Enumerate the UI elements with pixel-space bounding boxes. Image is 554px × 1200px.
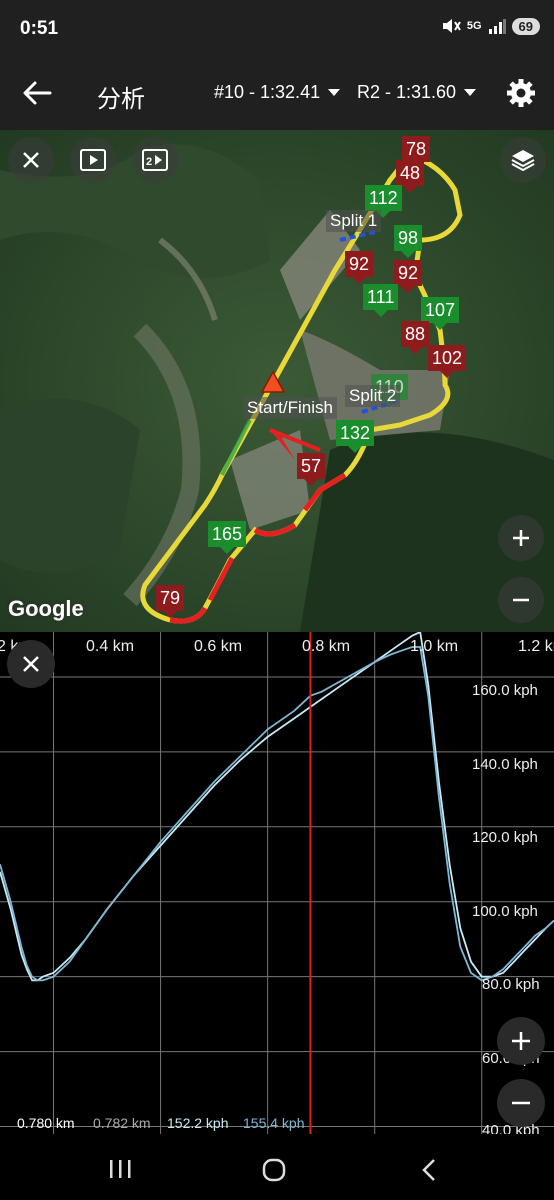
- cursor-distance-reference: 0.782 km: [93, 1115, 151, 1131]
- back-arrow-icon[interactable]: [22, 80, 52, 106]
- y-tick-label: 80.0 kph: [482, 976, 540, 993]
- gear-icon[interactable]: [506, 78, 536, 108]
- dropdown-icon: [328, 89, 341, 96]
- lap-selector-primary[interactable]: #10 - 1:32.41: [214, 82, 341, 103]
- minus-icon: [512, 1101, 530, 1105]
- battery-indicator: 69: [511, 17, 540, 35]
- y-tick-label: 120.0 kph: [472, 829, 538, 846]
- x-tick-label: 0.6 km: [194, 638, 243, 655]
- recent-apps-icon[interactable]: [108, 1158, 132, 1180]
- speed-marker[interactable]: 78: [402, 136, 431, 169]
- chart-zoom-in-button[interactable]: [497, 1017, 545, 1065]
- lap-primary-label: #10 - 1:32.41: [214, 82, 321, 102]
- close-chart-button[interactable]: [7, 640, 55, 688]
- lap-reference-label: R2 - 1:31.60: [357, 82, 457, 102]
- speed-marker[interactable]: 79: [156, 585, 185, 618]
- network-label: 5G: [466, 20, 482, 32]
- dual-play-icon: 2: [142, 149, 168, 171]
- google-logo: Google: [8, 596, 84, 621]
- cursor-speed-primary: 152.2 kph: [167, 1115, 229, 1131]
- speed-chart-plot: [0, 632, 554, 1134]
- layers-button[interactable]: [500, 137, 546, 183]
- home-icon[interactable]: [262, 1158, 286, 1182]
- speed-marker[interactable]: 48: [396, 160, 425, 193]
- play-both-button[interactable]: 2: [132, 137, 178, 183]
- close-icon: [23, 656, 39, 672]
- speed-marker[interactable]: 107: [421, 297, 460, 330]
- track-map[interactable]: 78 48 112 Split 1 98 92 92 111 107 88 10…: [0, 130, 554, 632]
- svg-text:2: 2: [146, 156, 152, 168]
- x-tick-label: 0.4 km: [86, 638, 135, 655]
- play-icon: [80, 149, 106, 171]
- y-tick-label: 100.0 kph: [472, 903, 538, 920]
- cursor-speed-reference: 155.4 kph: [243, 1115, 305, 1131]
- speed-marker[interactable]: 92: [394, 260, 423, 293]
- speed-marker[interactable]: 88: [401, 321, 430, 354]
- split-2-label: Split 2: [345, 385, 401, 407]
- mute-icon: [442, 19, 461, 33]
- speed-line-primary: [0, 632, 554, 982]
- close-icon: [23, 152, 39, 168]
- speed-marker[interactable]: 92: [345, 251, 374, 284]
- speed-chart[interactable]: 2 km 0.4 km 0.6 km 0.8 km 1.0 km 1.2 km …: [0, 632, 554, 1139]
- satellite-map: [0, 130, 554, 632]
- plus-icon: [513, 530, 529, 546]
- y-tick-label: 160.0 kph: [472, 682, 538, 699]
- plus-icon: [512, 1032, 530, 1050]
- speed-marker[interactable]: 57: [297, 453, 326, 486]
- speed-marker[interactable]: 111: [363, 284, 399, 317]
- split-1-label: Split 1: [326, 210, 382, 232]
- start-finish-label: Start/Finish: [243, 397, 337, 419]
- map-zoom-out-button[interactable]: [498, 577, 544, 623]
- speed-marker[interactable]: 112: [365, 185, 402, 218]
- minus-icon: [513, 598, 529, 602]
- speed-marker[interactable]: 102: [428, 345, 467, 378]
- lap-selector-reference[interactable]: R2 - 1:31.60: [357, 82, 477, 103]
- play-button[interactable]: [70, 137, 116, 183]
- signal-icon: [488, 19, 506, 34]
- close-map-button[interactable]: [8, 137, 54, 183]
- cursor-distance-primary: 0.780 km: [17, 1115, 75, 1131]
- x-tick-label: 1.2 km: [518, 638, 554, 655]
- back-nav-icon[interactable]: [420, 1158, 438, 1182]
- map-zoom-in-button[interactable]: [498, 515, 544, 561]
- chart-zoom-out-button[interactable]: [497, 1079, 545, 1127]
- status-time: 0:51: [20, 18, 59, 39]
- x-tick-label: 1.0 km: [410, 638, 459, 655]
- speed-marker[interactable]: 132: [336, 420, 375, 453]
- speed-marker[interactable]: 98: [394, 225, 423, 258]
- y-tick-label: 140.0 kph: [472, 756, 538, 773]
- dropdown-icon: [464, 89, 477, 96]
- speed-line-reference: [0, 646, 554, 982]
- page-title: 分析: [97, 86, 145, 113]
- status-icons: 5G 69: [441, 17, 540, 35]
- speed-marker[interactable]: 165: [208, 521, 247, 554]
- layers-icon: [511, 150, 535, 171]
- x-tick-label: 0.8 km: [302, 638, 351, 655]
